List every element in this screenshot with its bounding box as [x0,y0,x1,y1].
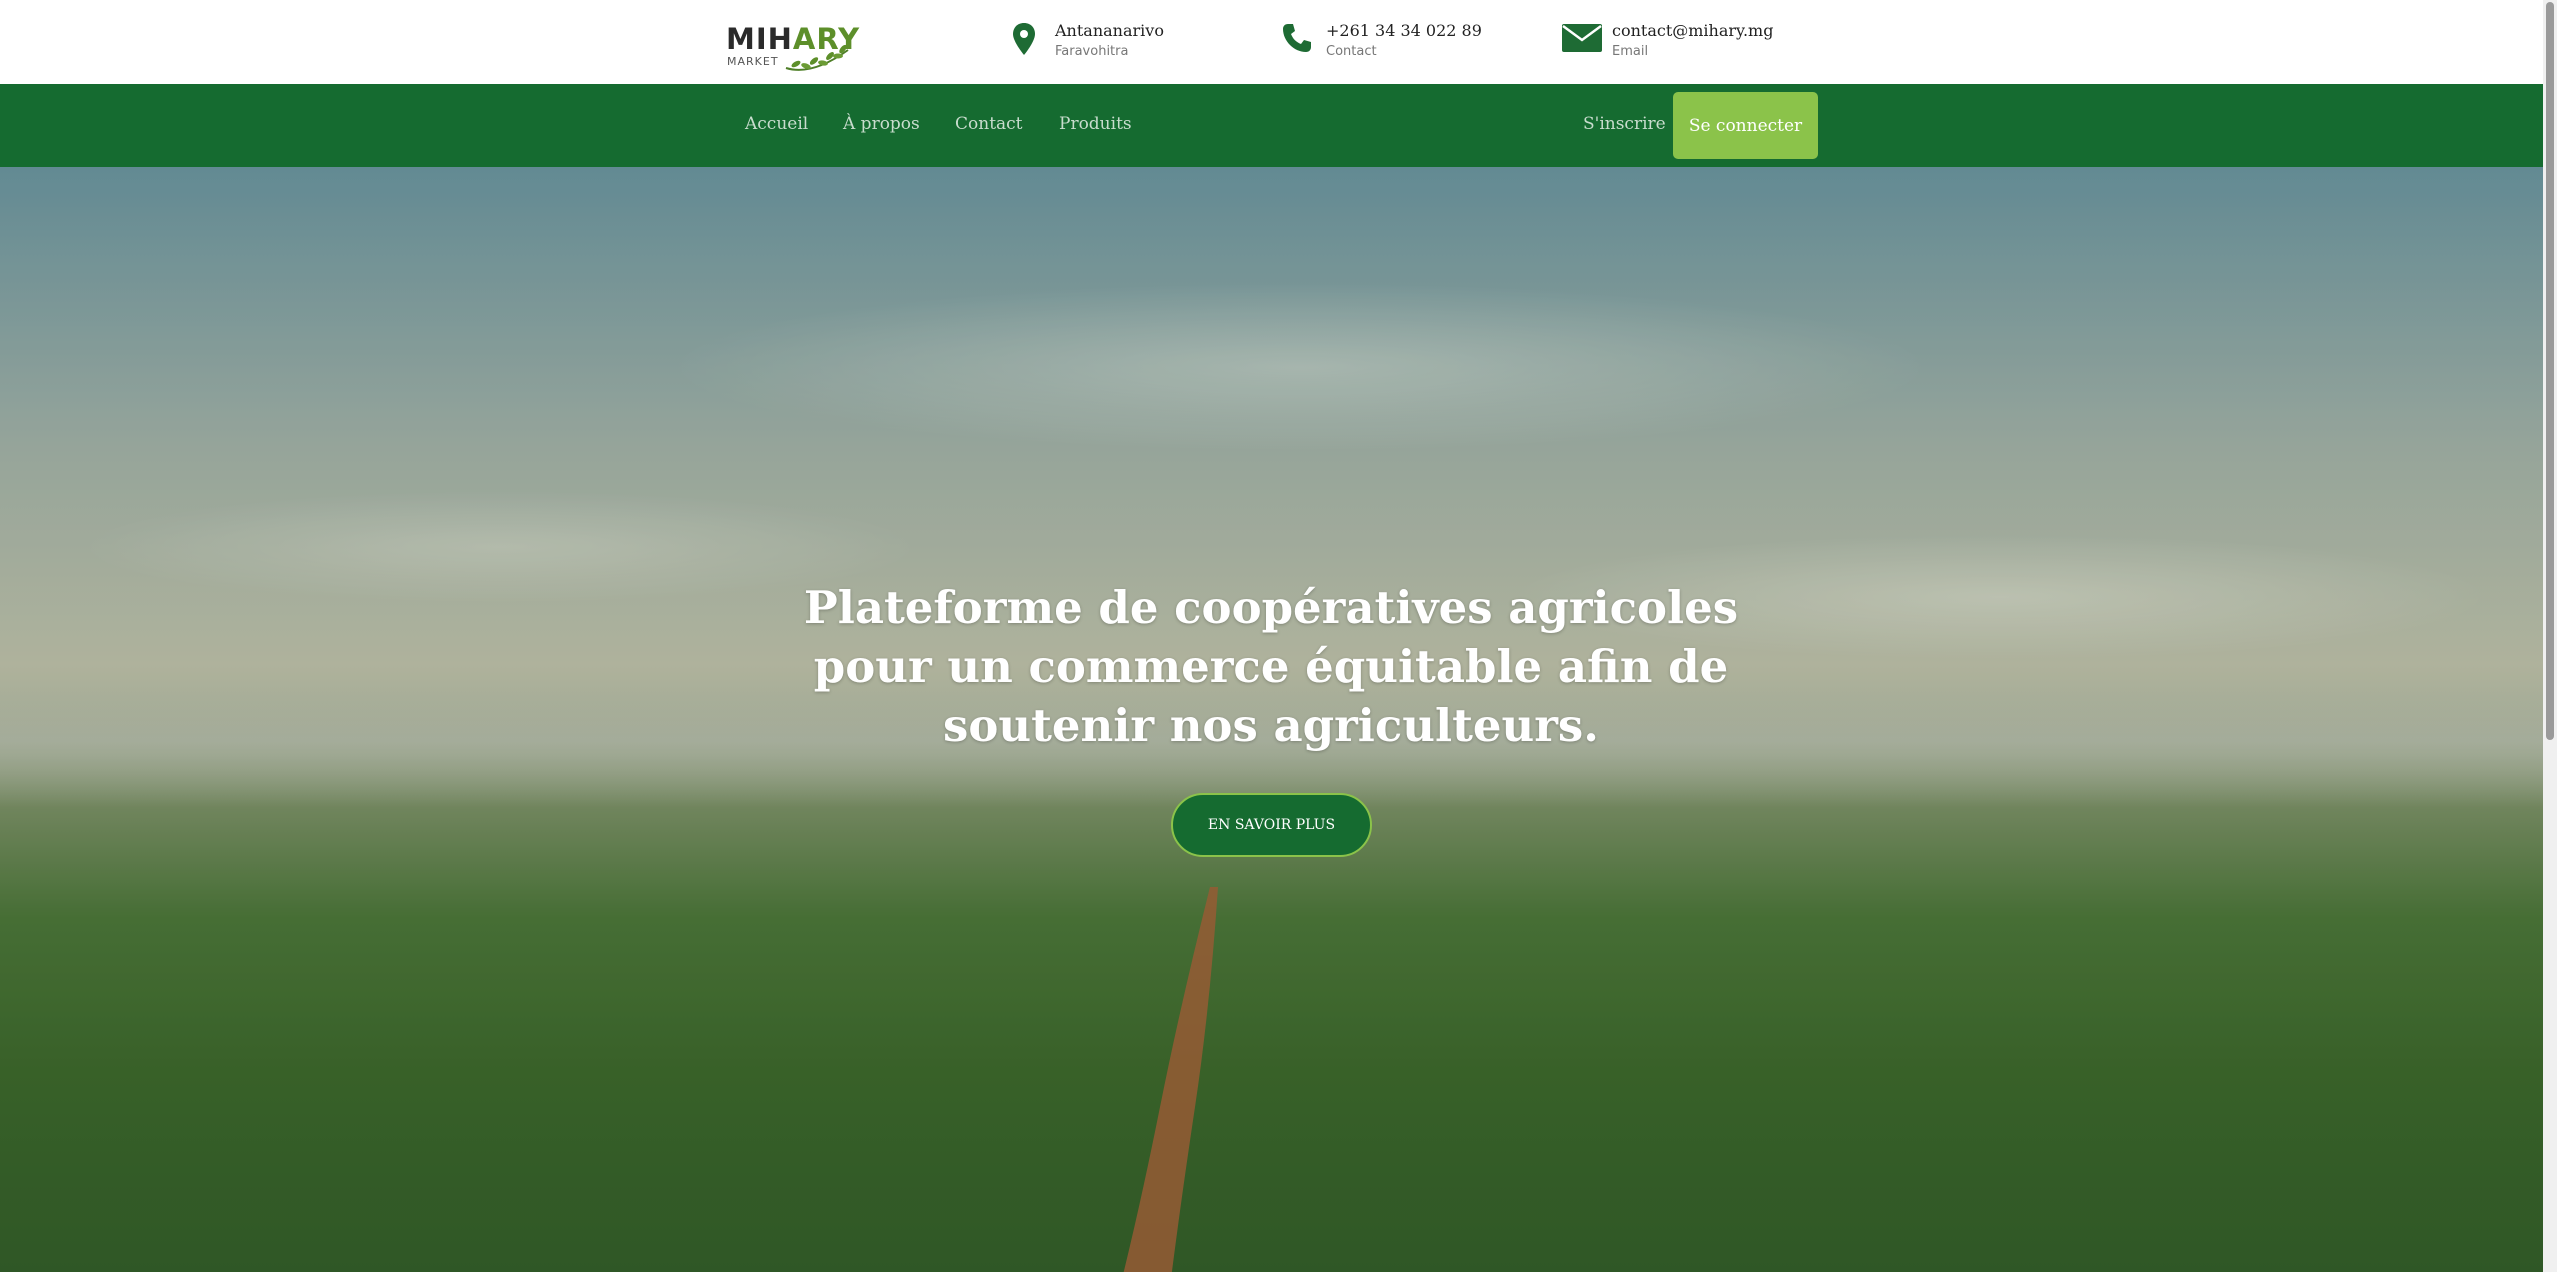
nav-link-a-propos[interactable]: À propos [843,114,920,134]
top-info-bar: MIHARY MARKET Antananarivo Faravohitra +… [0,0,2543,84]
learn-more-button[interactable]: EN SAVOIR PLUS [1171,793,1372,857]
nav-link-contact[interactable]: Contact [955,114,1023,134]
main-navbar: Accueil À propos Contact Produits S'insc… [0,84,2543,167]
site-logo[interactable]: MIHARY MARKET [726,20,859,74]
login-button[interactable]: Se connecter [1673,92,1818,159]
leaf-wreath-icon [785,44,849,71]
scrollbar-thumb[interactable] [2546,2,2554,740]
phone-icon [1283,24,1311,52]
location-info: Antananarivo Faravohitra [1012,20,1192,64]
phone-number[interactable]: +261 34 34 022 89 [1326,21,1482,40]
hero-title: Plateforme de coopératives agricoles pou… [803,581,1739,752]
email-label: Email [1612,44,1649,59]
location-city: Antananarivo [1055,21,1164,40]
phone-label: Contact [1326,44,1377,59]
nav-link-accueil[interactable]: Accueil [745,114,808,134]
nav-link-produits[interactable]: Produits [1059,114,1132,134]
logo-subtitle: MARKET [727,55,779,68]
email-info: contact@mihary.mg Email [1562,20,1773,64]
location-district: Faravohitra [1055,44,1129,59]
page-scrollbar[interactable] [2543,0,2557,1272]
email-address[interactable]: contact@mihary.mg [1612,21,1773,40]
hero-section: Plateforme de coopératives agricoles pou… [0,167,2543,1272]
phone-info: +261 34 34 022 89 Contact [1281,20,1482,64]
signup-link[interactable]: S'inscrire [1583,114,1666,134]
envelope-icon [1562,24,1602,52]
map-pin-icon [1013,23,1035,55]
